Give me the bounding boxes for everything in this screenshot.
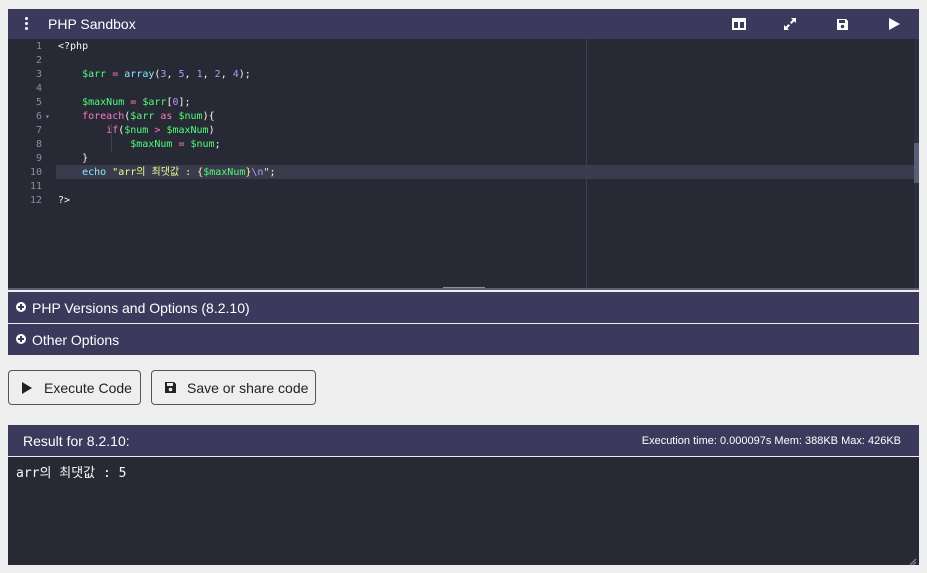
menu-icon[interactable]: [21, 16, 33, 32]
play-icon: [21, 381, 33, 398]
result-label: Result for 8.2.10:: [23, 433, 130, 449]
panel-label: PHP Versions and Options (8.2.10): [32, 300, 250, 316]
split-layout-icon[interactable]: [730, 15, 748, 33]
fold-arrow-icon[interactable]: ▾: [45, 110, 50, 124]
print-margin: [586, 39, 587, 288]
line-number: 6: [35, 111, 42, 122]
code-line: ?>: [58, 195, 71, 206]
code-line: }: [58, 153, 89, 164]
line-number: 10: [29, 167, 42, 178]
code-line: $maxNum = $arr[0];: [82, 97, 191, 108]
sandbox-header: PHP Sandbox: [8, 9, 919, 39]
code-editor[interactable]: 1 2 3 4 5 6 ▾ 7 8 9 10 11 12 <?php $arr …: [8, 39, 919, 290]
line-number: 5: [35, 97, 42, 108]
code-line: $arr = array(3, 5, 1, 2, 4);: [82, 69, 251, 80]
code-line: $maxNum = $num;: [130, 139, 221, 150]
execution-stats: Execution time: 0.000097s Mem: 388KB Max…: [641, 435, 901, 447]
line-number: 2: [35, 55, 42, 66]
plus-circle-icon: [16, 302, 26, 312]
result-output[interactable]: arr의 최댓값 : 5: [8, 457, 919, 566]
php-versions-panel[interactable]: PHP Versions and Options (8.2.10): [8, 292, 919, 323]
execute-code-button[interactable]: Execute Code: [8, 370, 141, 405]
save-icon: [164, 381, 177, 397]
editor-scrollbar[interactable]: [914, 39, 919, 288]
code-line: <?php: [58, 41, 89, 52]
app-title: PHP Sandbox: [48, 16, 136, 32]
save-icon[interactable]: [833, 15, 851, 33]
result-header: Result for 8.2.10: Execution time: 0.000…: [8, 425, 919, 456]
plus-circle-icon: [16, 334, 26, 344]
line-number: 3: [35, 69, 42, 80]
line-number: 1: [35, 41, 42, 52]
button-label: Execute Code: [44, 380, 132, 396]
output-text: arr의 최댓값 : 5: [16, 466, 127, 481]
expand-icon[interactable]: [781, 15, 799, 33]
run-icon[interactable]: [885, 15, 903, 33]
line-number: 11: [29, 181, 42, 192]
line-number: 9: [35, 153, 42, 164]
line-number: 8: [35, 139, 42, 150]
save-share-button[interactable]: Save or share code: [151, 370, 316, 405]
panel-label: Other Options: [32, 332, 120, 348]
line-number: 4: [35, 83, 42, 94]
code-line: if($num > $maxNum): [106, 125, 215, 136]
code-line: foreach($arr as $num){: [82, 111, 215, 122]
code-line: echo "arr의 최댓값 : {$maxNum}\n";: [82, 167, 276, 178]
line-number: 12: [29, 195, 42, 206]
line-gutter: 1 2 3 4 5 6 ▾ 7 8 9 10 11 12: [8, 39, 56, 288]
resize-grip[interactable]: [443, 287, 485, 288]
resize-handle-icon[interactable]: [909, 555, 917, 566]
line-number: 7: [35, 125, 42, 136]
button-label: Save or share code: [187, 380, 309, 396]
other-options-panel[interactable]: Other Options: [8, 324, 919, 355]
